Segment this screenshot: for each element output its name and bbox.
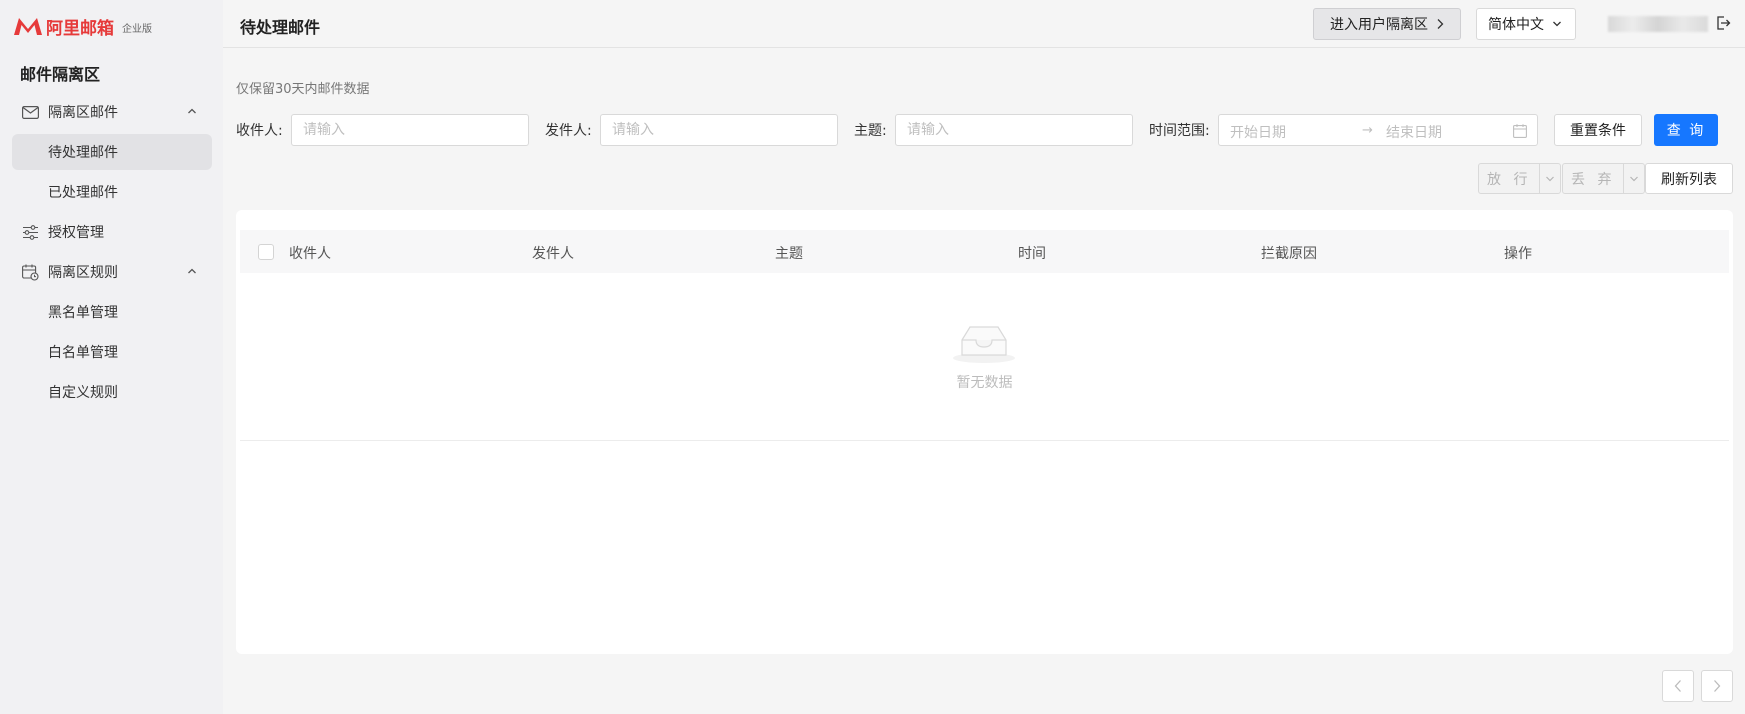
release-button[interactable]: 放 行 bbox=[1479, 164, 1541, 193]
chevron-left-icon bbox=[1674, 680, 1681, 692]
enter-user-quarantine-button[interactable]: 进入用户隔离区 bbox=[1313, 8, 1461, 40]
column-header-recipient[interactable]: 收件人 bbox=[289, 243, 331, 263]
column-header-time[interactable]: 时间 bbox=[1018, 243, 1046, 263]
sidebar-item-quarantine-mail[interactable]: 隔离区邮件 bbox=[12, 94, 212, 130]
language-select[interactable]: 简体中文 bbox=[1476, 8, 1576, 40]
logo[interactable]: 阿里邮箱 企业版 bbox=[12, 14, 152, 39]
edition-label: 企业版 bbox=[122, 24, 152, 35]
language-value: 简体中文 bbox=[1488, 17, 1544, 33]
sidebar-item-label: 已处理邮件 bbox=[48, 185, 118, 201]
start-date-input[interactable]: 开始日期 bbox=[1230, 122, 1286, 142]
mail-icon bbox=[21, 103, 39, 121]
sidebar-item-label: 待处理邮件 bbox=[48, 145, 118, 161]
range-arrow: → bbox=[1362, 123, 1373, 138]
sidebar-item-label: 隔离区规则 bbox=[48, 265, 118, 281]
sidebar-item-processed[interactable]: 已处理邮件 bbox=[12, 174, 212, 210]
sidebar-item-authorization[interactable]: 授权管理 bbox=[12, 214, 212, 250]
sidebar-item-quarantine-rules[interactable]: 隔离区规则 bbox=[12, 254, 212, 290]
table-divider bbox=[240, 440, 1729, 441]
sidebar-title: 邮件隔离区 bbox=[20, 65, 101, 84]
discard-button-group: 丢 弃 bbox=[1562, 163, 1646, 194]
recipient-label: 收件人: bbox=[236, 123, 283, 139]
calendar-rule-icon bbox=[21, 263, 39, 281]
sidebar-item-pending[interactable]: 待处理邮件 bbox=[12, 134, 212, 170]
calendar-icon bbox=[1513, 124, 1527, 138]
top-header: 待处理邮件 进入用户隔离区 简体中文 bbox=[223, 0, 1745, 48]
logo-mark-icon bbox=[14, 18, 42, 35]
column-header-subject[interactable]: 主题 bbox=[775, 243, 803, 263]
retention-hint: 仅保留30天内邮件数据 bbox=[236, 82, 370, 97]
date-range-picker[interactable]: 开始日期 → 结束日期 bbox=[1218, 114, 1538, 146]
chevron-up-icon bbox=[188, 108, 196, 114]
time-range-label: 时间范围: bbox=[1149, 123, 1210, 139]
discard-dropdown[interactable] bbox=[1624, 164, 1644, 193]
sidebar-item-label: 隔离区邮件 bbox=[48, 105, 118, 121]
sidebar-item-blacklist[interactable]: 黑名单管理 bbox=[12, 294, 212, 330]
sidebar-item-label: 黑名单管理 bbox=[48, 305, 118, 321]
column-header-block-reason[interactable]: 拦截原因 bbox=[1261, 243, 1317, 263]
empty-state-text: 暂无数据 bbox=[956, 375, 1013, 391]
column-header-actions[interactable]: 操作 bbox=[1504, 243, 1532, 263]
chevron-down-icon bbox=[1630, 176, 1639, 181]
select-all-checkbox[interactable] bbox=[258, 244, 274, 260]
user-account-blurred[interactable] bbox=[1608, 16, 1708, 32]
subject-label: 主题: bbox=[854, 123, 887, 139]
sidebar-item-label: 白名单管理 bbox=[48, 345, 118, 361]
reset-button[interactable]: 重置条件 bbox=[1554, 114, 1642, 146]
chevron-up-icon bbox=[188, 268, 196, 274]
refresh-list-button[interactable]: 刷新列表 bbox=[1645, 163, 1733, 194]
chevron-right-icon bbox=[1437, 19, 1444, 29]
logout-icon[interactable] bbox=[1715, 15, 1731, 31]
page-title: 待处理邮件 bbox=[240, 18, 321, 37]
prev-page-button[interactable] bbox=[1662, 670, 1694, 702]
chevron-right-icon bbox=[1714, 680, 1721, 692]
empty-inbox-icon bbox=[953, 326, 1015, 363]
sidebar-item-label: 授权管理 bbox=[48, 225, 104, 241]
chevron-down-icon bbox=[1546, 176, 1555, 181]
end-date-input[interactable]: 结束日期 bbox=[1386, 122, 1442, 142]
recipient-input[interactable] bbox=[291, 114, 529, 146]
release-button-group: 放 行 bbox=[1478, 163, 1562, 194]
sender-input[interactable] bbox=[600, 114, 838, 146]
sender-label: 发件人: bbox=[545, 123, 592, 139]
column-header-sender[interactable]: 发件人 bbox=[532, 243, 574, 263]
sidebar-item-custom-rules[interactable]: 自定义规则 bbox=[12, 374, 212, 410]
logo-text: 阿里邮箱 bbox=[46, 18, 114, 39]
sliders-icon bbox=[21, 223, 39, 241]
sidebar: 阿里邮箱 企业版 邮件隔离区 隔离区邮件 待处理邮件 已处理邮件 授权管理 隔离… bbox=[0, 0, 223, 714]
sidebar-item-whitelist[interactable]: 白名单管理 bbox=[12, 334, 212, 370]
chevron-down-icon bbox=[1553, 21, 1561, 27]
sidebar-item-label: 自定义规则 bbox=[48, 385, 118, 401]
subject-input[interactable] bbox=[895, 114, 1133, 146]
next-page-button[interactable] bbox=[1701, 670, 1733, 702]
release-dropdown[interactable] bbox=[1540, 164, 1560, 193]
table-header: 收件人 发件人 主题 时间 拦截原因 操作 bbox=[240, 230, 1729, 273]
query-button[interactable]: 查 询 bbox=[1654, 114, 1718, 146]
mail-table: 收件人 发件人 主题 时间 拦截原因 操作 暂无数据 bbox=[236, 210, 1733, 654]
enter-button-label: 进入用户隔离区 bbox=[1330, 17, 1428, 33]
discard-button[interactable]: 丢 弃 bbox=[1563, 164, 1625, 193]
